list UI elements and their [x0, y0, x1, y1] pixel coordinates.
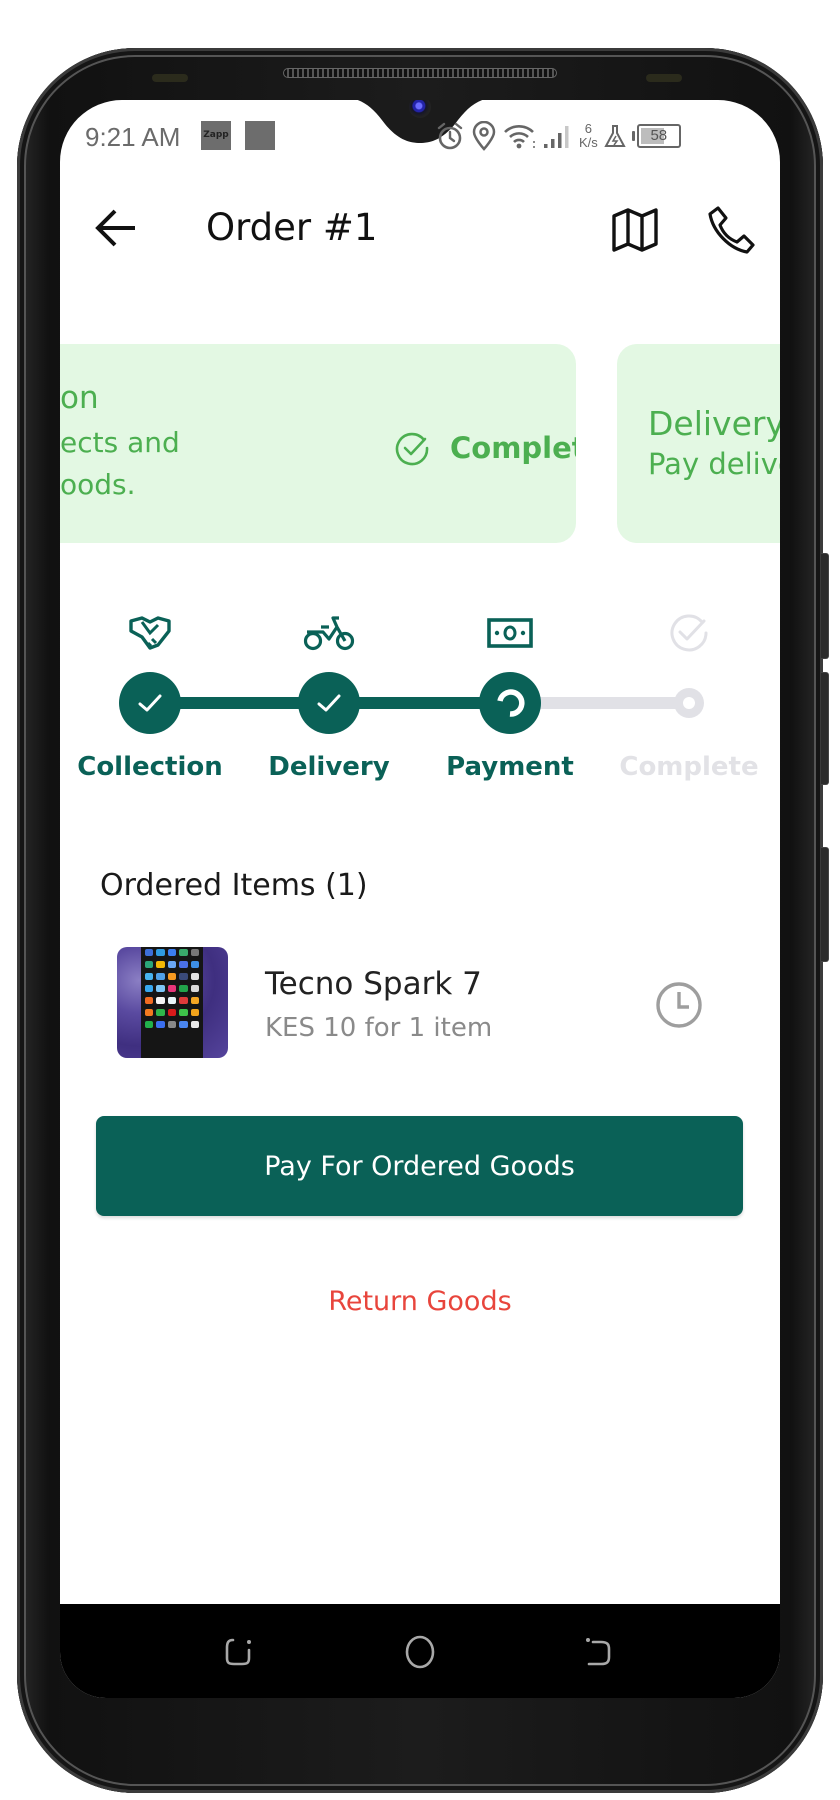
recent-apps-button[interactable] — [218, 1632, 258, 1672]
step-circle-delivery[interactable] — [298, 672, 360, 734]
volume-up-button — [821, 553, 829, 659]
network-speed: 6 K/s — [579, 122, 598, 150]
card-description-line: oods. — [60, 468, 136, 501]
signal-icon — [544, 126, 569, 148]
check-icon — [138, 694, 162, 712]
clock-icon — [656, 982, 702, 1028]
alarm-icon — [437, 122, 463, 150]
screen: 9:21 AM Zapp 6 K/s 58 Order #1 on ects a… — [60, 100, 780, 1698]
check-circle-icon — [395, 432, 429, 466]
notification-icon — [245, 121, 275, 150]
item-price: KES 10 for 1 item — [265, 1013, 493, 1043]
step-card-collection[interactable]: on ects and oods. Complete — [60, 344, 576, 543]
card-status: Complete — [394, 430, 576, 466]
sensor-left — [152, 74, 188, 82]
network-speed-unit: K/s — [579, 135, 598, 150]
step-label-collection: Collection — [77, 752, 223, 782]
network-speed-value: 6 — [584, 121, 593, 136]
pay-for-ordered-goods-button[interactable]: Pay For Ordered Goods — [96, 1116, 743, 1216]
call-button[interactable] — [702, 201, 760, 259]
step-circle-payment[interactable] — [479, 672, 541, 734]
location-icon — [472, 121, 496, 151]
battery-icon: 58 — [631, 124, 681, 148]
product-image[interactable] — [117, 947, 228, 1058]
battery-level-text: 58 — [650, 127, 668, 144]
volume-down-button — [821, 672, 829, 785]
step-circle-complete[interactable] — [674, 688, 704, 718]
step-card-delivery[interactable]: Delivery Pay delive — [617, 344, 780, 543]
step-circle-collection[interactable] — [119, 672, 181, 734]
status-time: 9:21 AM — [85, 122, 181, 152]
step-label-payment: Payment — [446, 752, 574, 782]
back-nav-icon — [586, 1638, 611, 1666]
zapp-notification-icon: Zapp — [201, 121, 231, 150]
return-goods-link[interactable]: Return Goods — [60, 1286, 780, 1317]
money-icon — [484, 611, 536, 655]
phone-icon — [708, 206, 755, 254]
check-circle-icon — [663, 611, 715, 655]
card-title: Delivery — [648, 404, 780, 443]
recent-apps-icon — [225, 1638, 251, 1666]
battery-level: 58 — [636, 124, 681, 148]
power-button — [821, 847, 829, 962]
home-icon — [405, 1635, 435, 1669]
step-label-delivery: Delivery — [268, 752, 390, 782]
back-button[interactable] — [92, 204, 140, 252]
page-title: Order #1 — [206, 206, 378, 249]
motorbike-icon — [303, 611, 355, 655]
ordered-items-title: Ordered Items (1) — [100, 868, 368, 903]
flask-icon — [604, 125, 626, 147]
back-nav-button[interactable] — [578, 1632, 618, 1672]
home-button[interactable] — [400, 1632, 440, 1672]
card-status-label: Complete — [450, 431, 576, 465]
card-description-line: ects and — [60, 426, 180, 459]
handshake-icon — [124, 611, 176, 655]
progress-spinner-icon — [497, 689, 525, 717]
item-name: Tecno Spark 7 — [265, 966, 482, 1002]
card-title: on — [60, 380, 99, 416]
step-label-complete: Complete — [619, 752, 759, 782]
wifi-icon — [504, 125, 535, 149]
map-icon — [612, 208, 658, 252]
check-icon — [317, 694, 341, 712]
navigation-bar — [60, 1604, 780, 1698]
map-button[interactable] — [608, 203, 662, 257]
sensor-right — [646, 74, 682, 82]
earpiece-speaker — [283, 68, 557, 78]
arrow-left-icon — [95, 209, 135, 247]
card-description-line: Pay delive — [648, 447, 780, 481]
status-icons: 6 K/s 58 — [435, 118, 681, 154]
